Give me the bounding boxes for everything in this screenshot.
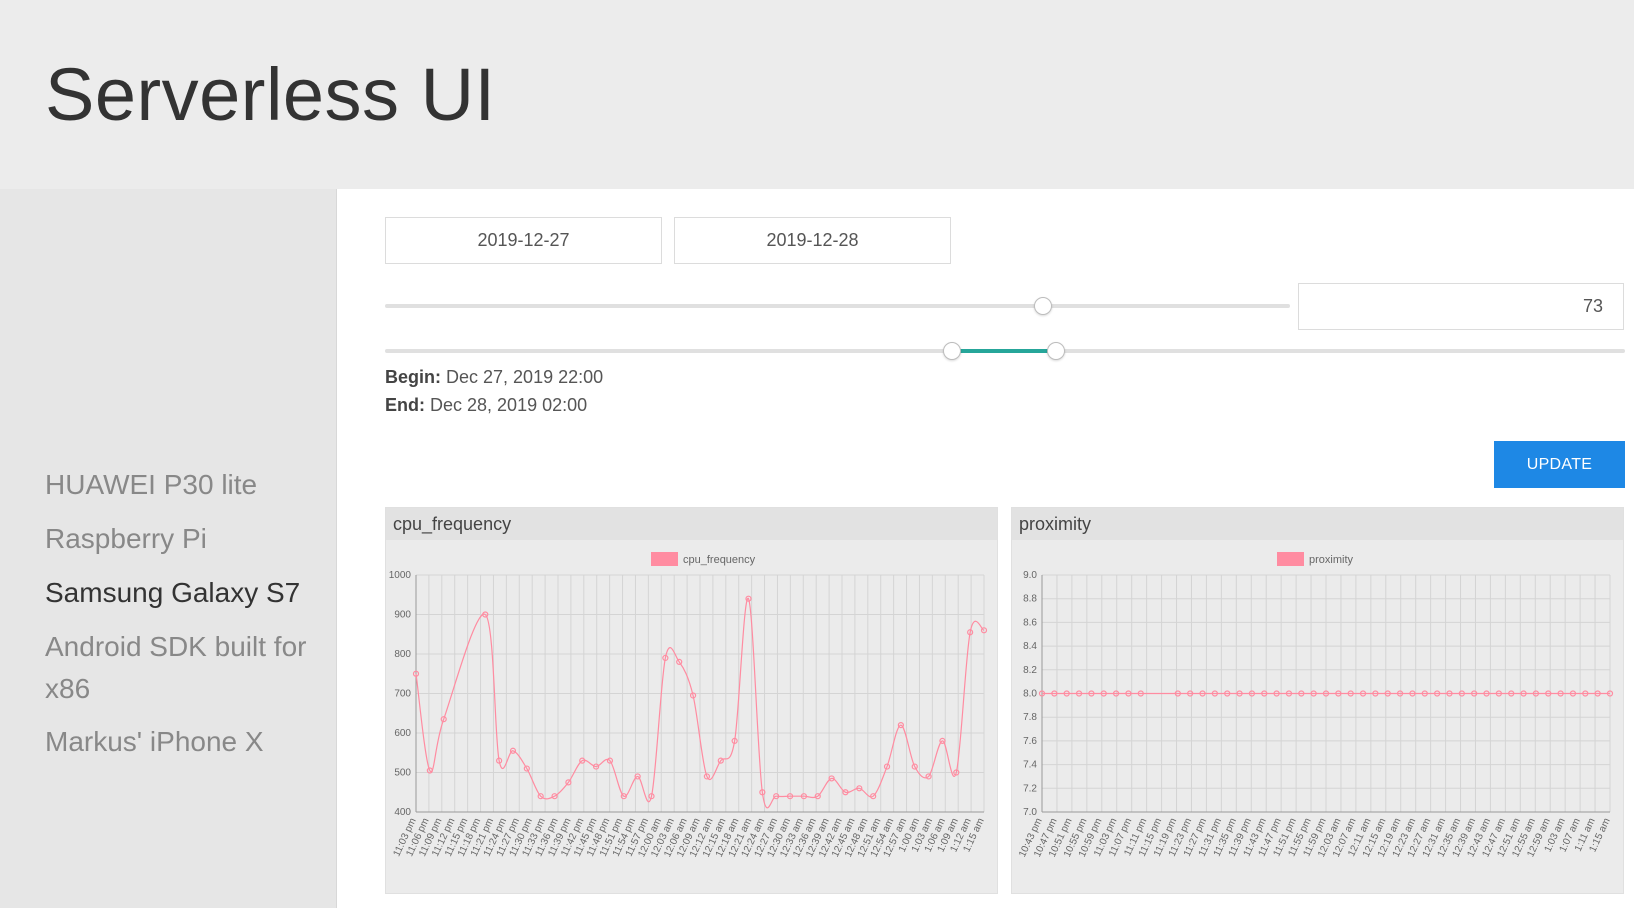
sidebar-item-android-sdk-x86[interactable]: Android SDK built for x86: [45, 626, 315, 710]
y-tick-label: 7.4: [1023, 760, 1037, 771]
sidebar-item-samsung-galaxy-s7[interactable]: Samsung Galaxy S7: [45, 572, 315, 614]
begin-value: Dec 27, 2019 22:00: [446, 367, 604, 387]
y-tick-label: 8.4: [1023, 641, 1037, 652]
update-button[interactable]: UPDATE: [1494, 441, 1625, 488]
y-tick-label: 8.2: [1023, 665, 1037, 676]
end-label: End:: [385, 395, 425, 415]
y-tick-label: 900: [394, 610, 411, 621]
legend-swatch: [651, 552, 678, 566]
y-tick-label: 700: [394, 689, 411, 700]
end-info: End: Dec 28, 2019 02:00: [385, 395, 587, 416]
count-slider-track[interactable]: [385, 304, 1290, 308]
y-tick-label: 7.2: [1023, 783, 1037, 794]
sidebar-item-raspberry-pi[interactable]: Raspberry Pi: [45, 518, 315, 560]
end-date-input[interactable]: [674, 217, 951, 264]
cpu-frequency-chart: cpu_frequency400500600700800900100011:03…: [389, 552, 988, 859]
legend-swatch: [1277, 552, 1304, 566]
device-sidebar: HUAWEI P30 lite Raspberry Pi Samsung Gal…: [0, 189, 337, 908]
y-tick-label: 7.6: [1023, 736, 1037, 747]
app-header: Serverless UI: [0, 0, 1634, 189]
legend-label: cpu_frequency: [683, 554, 756, 566]
proximity-chart: proximity 7.0 7.2 7.4 7.6 7.8 8.0 8.2 8.4 8.6 8.8 9…: [1017, 552, 1614, 859]
range-slider-low-handle[interactable]: [942, 342, 961, 360]
y-tick-label: 8.6: [1023, 617, 1037, 628]
cpu-frequency-card: cpu_frequency cpu_frequency 400 500 600 700 8…: [385, 507, 998, 894]
count-slider-handle[interactable]: [1033, 297, 1052, 315]
begin-label: Begin:: [385, 367, 441, 387]
count-input[interactable]: [1298, 283, 1624, 330]
y-tick-label: 8.0: [1023, 689, 1037, 700]
y-tick-label: 500: [394, 768, 411, 779]
chart-title: proximity: [1012, 508, 1623, 540]
chart-title: cpu_frequency: [386, 508, 997, 540]
y-tick-label: 800: [394, 649, 411, 660]
y-tick-label: 9.0: [1023, 570, 1037, 581]
range-slider-high-handle[interactable]: [1046, 342, 1065, 360]
y-tick-label: 1000: [389, 570, 412, 581]
begin-info: Begin: Dec 27, 2019 22:00: [385, 367, 603, 388]
end-value: Dec 28, 2019 02:00: [430, 395, 588, 415]
range-slider-fill: [951, 349, 1056, 353]
sidebar-item-markus-iphone-x[interactable]: Markus' iPhone X: [45, 721, 315, 763]
y-tick-label: 600: [394, 728, 411, 739]
y-tick-label: 400: [394, 807, 411, 818]
app-title: Serverless UI: [45, 53, 496, 136]
y-tick-label: 7.0: [1023, 807, 1037, 818]
proximity-card: proximity proximity 7.0 7.2 7.4 7.6 7.8 8.0 8.2…: [1011, 507, 1624, 894]
sidebar-item-huawei-p30-lite[interactable]: HUAWEI P30 lite: [45, 464, 315, 506]
legend-label: proximity: [1309, 554, 1354, 566]
start-date-input[interactable]: [385, 217, 662, 264]
y-tick-label: 7.8: [1023, 712, 1037, 723]
y-tick-label: 8.8: [1023, 594, 1037, 605]
